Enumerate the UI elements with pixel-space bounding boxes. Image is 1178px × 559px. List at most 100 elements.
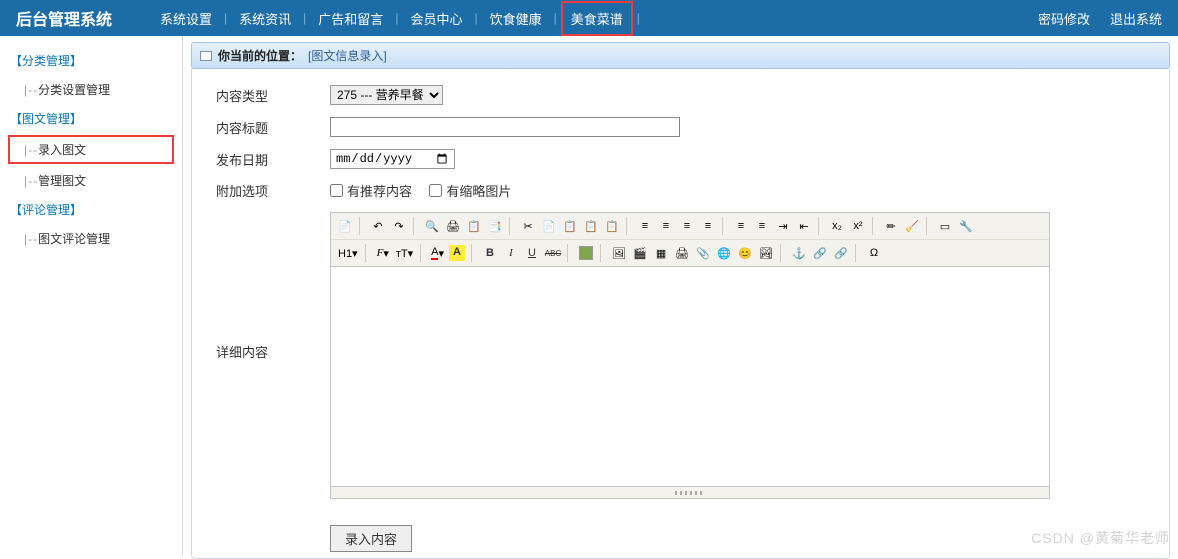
toolbar-print2-icon[interactable]: 🖨 — [672, 243, 692, 263]
toolbar-list-ol-icon[interactable]: ≡ — [731, 216, 751, 236]
toolbar-source-icon[interactable]: 📄 — [335, 216, 355, 236]
toolbar-separator — [855, 244, 860, 262]
toolbar-heading-icon[interactable]: H1▾ — [335, 243, 361, 263]
toolbar-paste-word-icon[interactable]: 📋 — [602, 216, 622, 236]
page-icon — [200, 51, 212, 61]
header: 后台管理系统 系统设置|系统资讯|广告和留言|会员中心|饮食健康|美食菜谱| 密… — [0, 0, 1178, 36]
toolbar-anchor-icon[interactable]: ⚓ — [789, 243, 809, 263]
toolbar-separator — [359, 217, 364, 235]
toolbar-select-icon[interactable]: ▭ — [935, 216, 955, 236]
submit-button[interactable]: 录入内容 — [330, 525, 412, 552]
form-panel: 内容类型 275 --- 营养早餐 内容标题 发布日期 — [191, 69, 1170, 559]
toolbar-color-icon[interactable] — [576, 243, 596, 263]
rich-text-editor: 📄↶↷🔍🖨📋📑✂📄📋📋📋≡≡≡≡≡≡⇥⇤x₂x²✏🧹▭🔧 H1▾F▾ᴛT▾A▾A… — [330, 212, 1050, 499]
toolbar-preview-icon[interactable]: 📋 — [464, 216, 484, 236]
toolbar-separator — [567, 244, 572, 262]
toolbar-smile-icon[interactable]: 😊 — [735, 243, 755, 263]
toolbar-char-icon[interactable]: Ω — [864, 243, 884, 263]
toolbar-gadget-icon[interactable]: 🔧 — [956, 216, 976, 236]
toolbar-font-icon[interactable]: F▾ — [374, 243, 392, 263]
toolbar-image-icon[interactable]: 🖼 — [609, 243, 629, 263]
toolbar-align-left-icon[interactable]: ≡ — [635, 216, 655, 236]
nav-item-2[interactable]: 广告和留言 — [310, 9, 391, 28]
toolbar-pick-icon[interactable]: ✏ — [881, 216, 901, 236]
toolbar-paste-icon[interactable]: 📋 — [560, 216, 580, 236]
content-title-input[interactable] — [330, 117, 680, 137]
toolbar-underline-icon[interactable]: U — [522, 243, 542, 263]
sidebar-item-1-1[interactable]: |--管理图文 — [0, 166, 182, 195]
sidebar-item-2-0[interactable]: |--图文评论管理 — [0, 224, 182, 253]
toolbar-textcolor-icon[interactable]: A▾ — [429, 243, 446, 263]
toolbar-size-icon[interactable]: ᴛT▾ — [393, 243, 416, 263]
toolbar-separator — [509, 217, 514, 235]
nav-item-5[interactable]: 美食菜谱 — [561, 1, 633, 36]
nav-item-1[interactable]: 系统资讯 — [231, 9, 299, 28]
publish-date-label: 发布日期 — [216, 150, 330, 169]
toolbar-template-icon[interactable]: 📑 — [485, 216, 505, 236]
sidebar-item-1-0[interactable]: |--录入图文 — [8, 135, 174, 164]
toolbar-separator — [600, 244, 605, 262]
toolbar-separator — [365, 244, 370, 262]
nav-separator: | — [633, 11, 644, 25]
editor-toolbar: 📄↶↷🔍🖨📋📑✂📄📋📋📋≡≡≡≡≡≡⇥⇤x₂x²✏🧹▭🔧 H1▾F▾ᴛT▾A▾A… — [330, 212, 1050, 267]
logout-link[interactable]: 退出系统 — [1110, 9, 1162, 28]
toolbar-bold-icon[interactable]: B — [480, 243, 500, 263]
nav-item-0[interactable]: 系统设置 — [152, 9, 220, 28]
toolbar-separator — [471, 244, 476, 262]
toolbar-sub-icon[interactable]: x₂ — [827, 216, 847, 236]
toolbar-flash-icon[interactable]: 🎬 — [630, 243, 650, 263]
content-type-label: 内容类型 — [216, 86, 330, 105]
toolbar-undo-icon[interactable]: ↶ — [368, 216, 388, 236]
toolbar-strike-icon[interactable]: ABC — [543, 243, 563, 263]
toolbar-attach-icon[interactable]: 📎 — [693, 243, 713, 263]
recommend-checkbox-label[interactable]: 有推荐内容 — [330, 181, 412, 200]
editor-body[interactable] — [330, 267, 1050, 487]
toolbar-list-ul-icon[interactable]: ≡ — [752, 216, 772, 236]
toolbar-separator — [780, 244, 785, 262]
toolbar-table-icon[interactable]: ▦ — [651, 243, 671, 263]
toolbar-redo-icon[interactable]: ↷ — [389, 216, 409, 236]
nav-item-3[interactable]: 会员中心 — [402, 9, 470, 28]
toolbar-clear-icon[interactable]: 🧹 — [902, 216, 922, 236]
toolbar-picture-icon[interactable]: 🏞 — [756, 243, 776, 263]
extra-label: 附加选项 — [216, 181, 330, 200]
sidebar: 【分类管理】|--分类设置管理【图文管理】|--录入图文|--管理图文【评论管理… — [0, 36, 183, 556]
nav-separator: | — [299, 11, 310, 25]
change-password-link[interactable]: 密码修改 — [1038, 9, 1090, 28]
toolbar-print-icon[interactable]: 🖨 — [443, 216, 463, 236]
toolbar-separator — [872, 217, 877, 235]
toolbar-bgcolor-icon[interactable]: A — [447, 243, 467, 263]
toolbar-separator — [420, 244, 425, 262]
toolbar-outdent-icon[interactable]: ⇤ — [794, 216, 814, 236]
detail-label: 详细内容 — [216, 212, 330, 361]
toolbar-italic-icon[interactable]: I — [501, 243, 521, 263]
toolbar-paste-text-icon[interactable]: 📋 — [581, 216, 601, 236]
toolbar-align-justify-icon[interactable]: ≡ — [698, 216, 718, 236]
content-type-select[interactable]: 275 --- 营养早餐 — [330, 85, 443, 105]
nav-separator: | — [391, 11, 402, 25]
toolbar-unlink-icon[interactable]: 🔗 — [831, 243, 851, 263]
publish-date-input[interactable] — [330, 149, 455, 169]
thumbnail-checkbox[interactable] — [429, 184, 442, 197]
main-nav: 系统设置|系统资讯|广告和留言|会员中心|饮食健康|美食菜谱| — [152, 1, 1038, 36]
toolbar-copy-icon[interactable]: 📄 — [539, 216, 559, 236]
sidebar-group-0: 【分类管理】 — [0, 46, 182, 75]
breadcrumb-label: 你当前的位置： — [218, 47, 302, 64]
toolbar-align-right-icon[interactable]: ≡ — [677, 216, 697, 236]
toolbar-emoji-icon[interactable]: 🌐 — [714, 243, 734, 263]
nav-item-4[interactable]: 饮食健康 — [482, 9, 550, 28]
thumbnail-checkbox-label[interactable]: 有缩略图片 — [429, 181, 511, 200]
toolbar-find-icon[interactable]: 🔍 — [422, 216, 442, 236]
main-content: 你当前的位置： [图文信息录入] 内容类型 275 --- 营养早餐 内容标题 — [183, 36, 1178, 556]
toolbar-cut-icon[interactable]: ✂ — [518, 216, 538, 236]
editor-resize-handle[interactable] — [330, 487, 1050, 499]
toolbar-link-icon[interactable]: 🔗 — [810, 243, 830, 263]
toolbar-align-center-icon[interactable]: ≡ — [656, 216, 676, 236]
sidebar-group-1: 【图文管理】 — [0, 104, 182, 133]
recommend-checkbox[interactable] — [330, 184, 343, 197]
sidebar-item-0-0[interactable]: |--分类设置管理 — [0, 75, 182, 104]
toolbar-indent-icon[interactable]: ⇥ — [773, 216, 793, 236]
nav-separator: | — [470, 11, 481, 25]
toolbar-sup-icon[interactable]: x² — [848, 216, 868, 236]
toolbar-separator — [818, 217, 823, 235]
